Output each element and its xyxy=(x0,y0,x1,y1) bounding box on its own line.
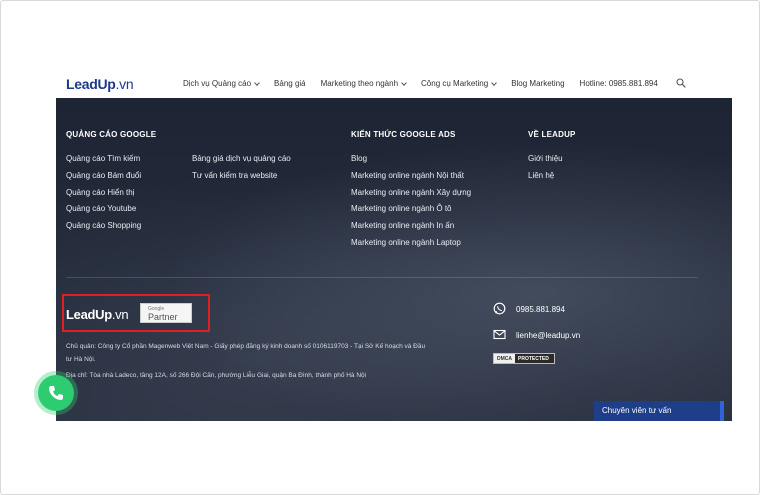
footer-link[interactable]: Tư vấn kiểm tra website xyxy=(192,171,291,188)
footer-col-title-kien-thuc: KIẾN THỨC GOOGLE ADS xyxy=(351,130,456,139)
chevron-down-icon xyxy=(491,79,498,86)
chat-consultant-button[interactable]: Chuyên viên tư vấn xyxy=(594,401,724,421)
site-header: LeadUp.vn Dịch vụ Quảng cáo Bảng giá Mar… xyxy=(56,70,732,98)
google-partner-badge: Google Partner xyxy=(140,303,192,323)
dmca-badge[interactable]: DMCA PROTECTED xyxy=(493,353,555,364)
google-partner-label-bottom: Partner xyxy=(148,312,178,322)
footer-links-quang-cao: Quảng cáo Tìm kiếm Quảng cáo Bám đuổi Qu… xyxy=(66,154,141,238)
footer-divider xyxy=(66,277,698,278)
footer-link[interactable]: Quảng cáo Hiển thị xyxy=(66,188,141,205)
footer-link[interactable]: Quảng cáo Shopping xyxy=(66,221,141,238)
company-address-text: Địa chỉ: Tòa nhà Ladeco, tầng 12A, số 26… xyxy=(66,372,367,379)
main-nav: Dịch vụ Quảng cáo Bảng giá Marketing the… xyxy=(183,79,673,88)
nav-item-bang-gia[interactable]: Bảng giá xyxy=(274,79,306,88)
footer-link[interactable]: Marketing online ngành Xây dựng xyxy=(351,188,471,205)
footer-link[interactable]: Marketing online ngành Ô tô xyxy=(351,204,471,221)
site-footer: QUẢNG CÁO GOOGLE Quảng cáo Tìm kiếm Quản… xyxy=(56,98,732,421)
footer-link[interactable]: Quảng cáo Tìm kiếm xyxy=(66,154,141,171)
footer-link[interactable]: Bảng giá dịch vụ quảng cáo xyxy=(192,154,291,171)
contact-phone[interactable]: 0985.881.894 xyxy=(516,305,565,314)
nav-item-hotline[interactable]: Hotline: 0985.881.894 xyxy=(580,79,658,88)
footer-link[interactable]: Marketing online ngành Laptop xyxy=(351,238,471,255)
nav-item-cong-cu[interactable]: Công cụ Marketing xyxy=(421,79,498,88)
search-icon[interactable] xyxy=(676,78,686,88)
call-button[interactable] xyxy=(38,375,74,411)
footer-links-bang-gia: Bảng giá dịch vụ quảng cáo Tư vấn kiểm t… xyxy=(192,154,291,188)
phone-icon xyxy=(49,386,63,400)
email-icon xyxy=(493,329,506,340)
chevron-down-icon xyxy=(254,79,260,86)
footer-link[interactable]: Blog xyxy=(351,154,471,171)
nav-item-marketing-theo-nganh[interactable]: Marketing theo ngành xyxy=(321,79,407,88)
chevron-down-icon xyxy=(401,79,407,86)
footer-links-ve-leadup: Giới thiệu Liên hệ xyxy=(528,154,563,188)
nav-item-blog[interactable]: Blog Marketing xyxy=(511,79,564,88)
footer-col-title-quang-cao: QUẢNG CÁO GOOGLE xyxy=(66,130,157,139)
footer-link[interactable]: Liên hệ xyxy=(528,171,563,188)
site-logo[interactable]: LeadUp.vn xyxy=(66,76,134,92)
nav-item-dich-vu[interactable]: Dịch vụ Quảng cáo xyxy=(183,79,260,88)
footer-link[interactable]: Quảng cáo Bám đuổi xyxy=(66,171,141,188)
footer-link[interactable]: Marketing online ngành Nội thất xyxy=(351,171,471,188)
footer-col-title-ve-leadup: VỀ LEADUP xyxy=(528,130,576,139)
company-owner-text: Chủ quản: Công ty Cổ phần Magenweb Việt … xyxy=(66,343,426,363)
contact-email[interactable]: lienhe@leadup.vn xyxy=(516,331,580,340)
footer-links-kien-thuc: Blog Marketing online ngành Nội thất Mar… xyxy=(351,154,471,255)
footer-link[interactable]: Quảng cáo Youtube xyxy=(66,204,141,221)
whatsapp-phone-icon xyxy=(493,302,506,315)
footer-link[interactable]: Giới thiệu xyxy=(528,154,563,171)
footer-link[interactable]: Marketing online ngành In ấn xyxy=(351,221,471,238)
footer-logo[interactable]: LeadUp.vn xyxy=(66,307,129,322)
